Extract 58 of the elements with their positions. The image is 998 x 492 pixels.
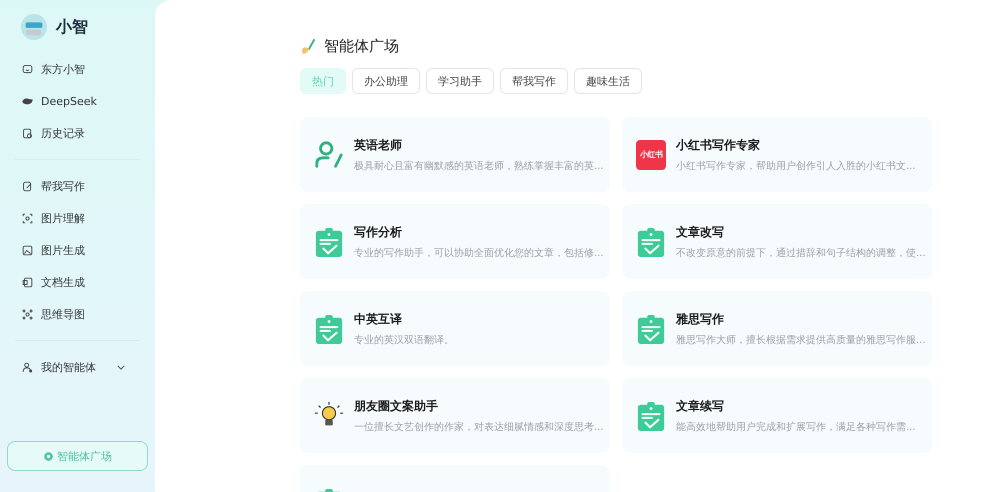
agent-card[interactable]: 写作分析 专业的写作助手，可以协助全面优化您的文章，包括修... [300,204,610,279]
agent-name: 雅思写作 [676,310,725,328]
clipboard-check-icon [636,226,666,256]
image-icon [22,244,33,256]
page-title: 智能体广场 [324,37,399,56]
sidebar-item[interactable]: 东方小智 [7,53,148,85]
avatar-icon [20,13,48,41]
clipboard-check-icon [314,226,344,256]
category-tab[interactable]: 学习助手 [426,68,494,94]
agent-description: 能高效地帮助用户完成和扩展写作，满足各种写作需... [676,420,916,434]
agent-description: 一位擅长文艺创作的作家，对表达细腻情感和深度思考... [354,420,604,434]
scan-icon [22,212,33,224]
agent-description: 极具耐心且富有幽默感的英语老师，熟练掌握丰富的英... [354,160,604,172]
agent-name: 文章续写 [676,398,725,414]
category-tab[interactable]: 帮我写作 [500,68,568,94]
broom-icon [300,38,316,54]
clipboard-check-icon [314,314,344,344]
history-icon [22,128,33,138]
agent-name: 写作分析 [354,224,403,240]
agent-card[interactable]: 中英互译 专业的英汉双语翻译。 [300,291,610,366]
agent-name: 英语老师 [354,136,403,154]
sidebar-item[interactable]: 帮我写作 [7,170,148,202]
agent-card[interactable]: 小红书 小红书写作专家 小红书写作专家，帮助用户创作引人入胜的小红书文... [622,117,932,192]
app-logo: 小红书 [636,140,666,170]
chevron-icon [117,364,125,370]
sidebar-item[interactable]: 图片生成 [7,234,148,266]
category-tab[interactable]: 趣味生活 [574,68,642,94]
agent-card[interactable]: 文章改写 不改变原意的前提下，通过措辞和句子结构的调整，使... [622,204,932,279]
ring-icon [43,450,54,462]
clipboard-check-icon [636,314,666,344]
agent-card[interactable]: 雅思写作 雅思写作大师，擅长根据需求提供高质量的雅思写作服... [622,291,932,366]
edit-icon [22,180,33,192]
agent-description: 小红书写作专家，帮助用户创作引人入胜的小红书文... [676,160,916,172]
user-icon [22,362,33,372]
agent-name: 小红书写作专家 [676,136,761,154]
sidebar-item[interactable]: 文档生成 [7,266,148,298]
chat-icon [22,64,33,74]
sidebar-item[interactable]: 历史记录 [7,117,148,149]
sidebar-item[interactable]: 图片理解 [7,202,148,234]
agent-name: 文章改写 [676,224,725,240]
sidebar-item[interactable]: DeepSeek [7,85,148,117]
agent-card[interactable]: 文章续写 能高效地帮助用户完成和扩展写作，满足各种写作需... [622,378,932,453]
agent-card[interactable]: 英语老师 极具耐心且富有幽默感的英语老师，熟练掌握丰富的英... [300,117,610,192]
mind-map-icon [22,308,33,320]
agent-name: 朋友圈文案助手 [354,398,439,414]
person-icon [314,140,344,170]
category-tab[interactable]: 办公助理 [352,68,420,94]
app-name: 小智 [56,16,88,38]
agent-description: 专业的写作助手，可以协助全面优化您的文章，包括修... [354,246,604,260]
sidebar-item[interactable]: 思维导图 [7,298,148,330]
document-icon [22,276,33,288]
agent-card[interactable]: 朋友圈文案助手 一位擅长文艺创作的作家，对表达细腻情感和深度思考... [300,378,610,453]
my-agents-item[interactable]: 我的智能体 [7,351,148,383]
clipboard-check-icon [636,400,666,430]
agent-name: 中英互译 [354,310,403,328]
agent-description: 专业的英汉双语翻译。 [354,334,454,346]
agent-description: 雅思写作大师，擅长根据需求提供高质量的雅思写作服... [676,334,926,346]
agent-description: 不改变原意的前提下，通过措辞和句子结构的调整，使... [676,246,926,260]
